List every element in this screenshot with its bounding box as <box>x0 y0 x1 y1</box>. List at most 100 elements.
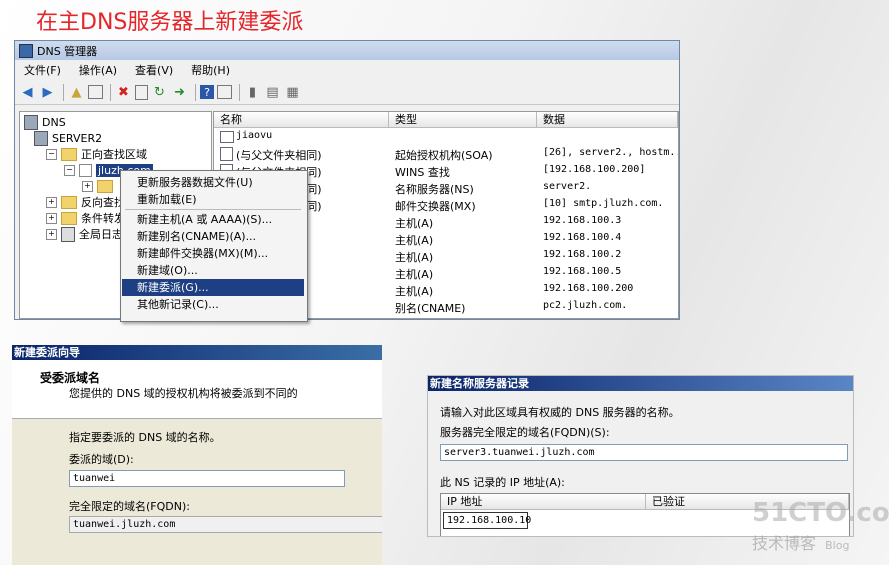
cell-data: 192.168.100.200 <box>543 283 634 294</box>
record-icon <box>220 147 233 161</box>
context-menu: 更新服务器数据文件(U) 重新加载(E) 新建主机(A 或 AAAA)(S)..… <box>120 170 308 322</box>
menu-item-new-alias[interactable]: 新建别名(CNAME)(A)... <box>122 228 304 245</box>
menu-item-new-host[interactable]: 新建主机(A 或 AAAA)(S)... <box>122 211 304 228</box>
tree-node-server[interactable]: SERVER2 <box>34 130 102 146</box>
folder-icon <box>61 195 77 209</box>
cell-type: 别名(CNAME) <box>395 302 466 315</box>
folder-icon <box>61 147 77 161</box>
cell-data: [192.168.100.200] <box>543 164 646 175</box>
folder-icon <box>61 211 77 225</box>
column-header-ip[interactable]: IP 地址 <box>441 494 646 510</box>
cell-data: 192.168.100.2 <box>543 249 622 260</box>
show-tree-icon[interactable] <box>88 85 103 99</box>
fqdn-field: tuanwei.jluzh.com <box>69 516 382 533</box>
ns-instruction: 请输入对此区域具有权威的 DNS 服务器的名称。 <box>440 406 680 419</box>
menu-action[interactable]: 操作(A) <box>70 62 126 78</box>
folder-icon <box>220 131 234 143</box>
cell-data: 192.168.100.5 <box>543 266 622 277</box>
table-row[interactable]: jiaovu <box>214 129 678 145</box>
column-header-name[interactable]: 名称 <box>214 112 389 128</box>
cell-data: 192.168.100.4 <box>543 232 622 243</box>
wizard-header: 受委派域名 您提供的 DNS 域的授权机构将被委派到不同的 <box>12 360 382 419</box>
export-icon[interactable]: ➜ <box>171 84 188 101</box>
menu-file[interactable]: 文件(F) <box>15 62 70 78</box>
dns-manager-window: DNS 管理器 文件(F) 操作(A) 查看(V) 帮助(H) ◀ ▶ ▲ ✖ … <box>14 40 680 320</box>
tree-label: SERVER2 <box>52 131 103 145</box>
cell-type: 主机(A) <box>395 251 434 264</box>
menu-view[interactable]: 查看(V) <box>126 62 182 78</box>
window-titlebar: DNS 管理器 <box>15 41 679 60</box>
forward-arrow-icon[interactable]: ▶ <box>39 84 56 101</box>
menu-item-other-new-records[interactable]: 其他新记录(C)... <box>122 296 304 313</box>
expand-icon[interactable]: + <box>46 228 57 240</box>
tree-label: DNS <box>42 115 66 129</box>
dns-root-icon <box>24 114 38 130</box>
server-fqdn-label: 服务器完全限定的域名(FQDN)(S): <box>440 426 610 439</box>
table-row[interactable]: (与父文件夹相同) 起始授权机构(SOA) [26], server2., ho… <box>214 146 678 162</box>
server-fqdn-input[interactable]: server3.tuanwei.jluzh.com <box>440 444 848 461</box>
cell-type: 起始授权机构(SOA) <box>395 149 493 162</box>
cell-name: jiaovu <box>236 130 273 141</box>
cell-data: [26], server2., hostm.. <box>543 147 679 158</box>
tree-label: 全局日志 <box>79 228 123 241</box>
cell-type: 主机(A) <box>395 268 434 281</box>
expand-icon[interactable]: + <box>46 196 57 208</box>
tree-node-global-logs[interactable]: + 全局日志 <box>46 226 123 242</box>
cell-type: 邮件交换器(MX) <box>395 200 476 213</box>
expand-icon[interactable]: + <box>82 180 93 192</box>
back-arrow-icon[interactable]: ◀ <box>19 84 36 101</box>
server-icon <box>34 130 48 146</box>
collapse-icon[interactable]: − <box>64 164 75 176</box>
cell-data: pc2.jluzh.com. <box>543 300 628 311</box>
menu-help[interactable]: 帮助(H) <box>182 62 239 78</box>
menu-item-new-domain[interactable]: 新建域(O)... <box>122 262 304 279</box>
server-icon[interactable]: ▮ <box>244 84 261 101</box>
up-folder-icon[interactable]: ▲ <box>68 84 85 101</box>
record-icon[interactable]: ▦ <box>284 84 301 101</box>
delete-icon[interactable]: ✖ <box>115 84 132 101</box>
column-header-type[interactable]: 类型 <box>389 112 537 128</box>
ip-address-input[interactable]: 192.168.100.10 <box>443 512 531 529</box>
fqdn-label: 完全限定的域名(FQDN): <box>69 500 190 513</box>
tree-node-dns[interactable]: DNS <box>24 114 66 130</box>
dialog-title: 新建名称服务器记录 <box>428 376 853 391</box>
zone-icon <box>79 163 92 177</box>
expand-icon[interactable]: + <box>46 212 57 224</box>
refresh-icon[interactable]: ↻ <box>151 84 168 101</box>
help-icon[interactable]: ? <box>200 85 214 99</box>
wizard-prompt: 指定要委派的 DNS 域的名称。 <box>69 431 221 444</box>
menu-bar: 文件(F) 操作(A) 查看(V) 帮助(H) <box>15 60 679 80</box>
menu-item-new-delegation[interactable]: 新建委派(G)... <box>122 279 304 296</box>
folder-icon <box>97 179 113 193</box>
menu-item-new-mail-exchanger[interactable]: 新建邮件交换器(MX)(M)... <box>122 245 304 262</box>
list-icon[interactable]: ▤ <box>264 84 281 101</box>
watermark-blog: Blog <box>825 539 850 552</box>
collapse-icon[interactable]: − <box>46 148 57 160</box>
ip-address-label: 此 NS 记录的 IP 地址(A): <box>440 476 565 489</box>
cell-data: [10] smtp.jluzh.com. <box>543 198 664 209</box>
wizard-heading: 受委派域名 <box>40 371 101 385</box>
cell-type: 主机(A) <box>395 234 434 247</box>
watermark-sub: 技术博客 <box>752 534 817 553</box>
watermark-caption: 技术博客 Blog <box>752 530 849 554</box>
column-header-data[interactable]: 数据 <box>537 112 678 128</box>
cell-type: 名称服务器(NS) <box>395 183 474 196</box>
menu-item-reload[interactable]: 重新加载(E) <box>122 191 304 208</box>
wizard-subheading: 您提供的 DNS 域的授权机构将被委派到不同的 <box>69 387 298 400</box>
tree-node-subfolder[interactable]: + <box>82 178 117 194</box>
dns-app-icon <box>19 43 33 58</box>
log-icon <box>61 226 75 242</box>
toolbar: ◀ ▶ ▲ ✖ ↻ ➜ ? ▮ ▤ ▦ <box>15 80 679 105</box>
window-title: DNS 管理器 <box>37 44 98 58</box>
menu-item-update-server-data-file[interactable]: 更新服务器数据文件(U) <box>122 174 304 191</box>
cell-name: (与父文件夹相同) <box>236 149 322 162</box>
tree-label: 正向查找区域 <box>81 148 147 161</box>
delegated-domain-input[interactable]: tuanwei <box>69 470 345 487</box>
properties-icon[interactable] <box>135 84 148 100</box>
cell-type: 主机(A) <box>395 217 434 230</box>
cell-type: 主机(A) <box>395 285 434 298</box>
cell-data: server2. <box>543 181 592 192</box>
tree-node-forward-zones[interactable]: − 正向查找区域 <box>46 146 147 162</box>
view-icon[interactable] <box>217 85 232 99</box>
wizard-title: 新建委派向导 <box>12 345 382 360</box>
